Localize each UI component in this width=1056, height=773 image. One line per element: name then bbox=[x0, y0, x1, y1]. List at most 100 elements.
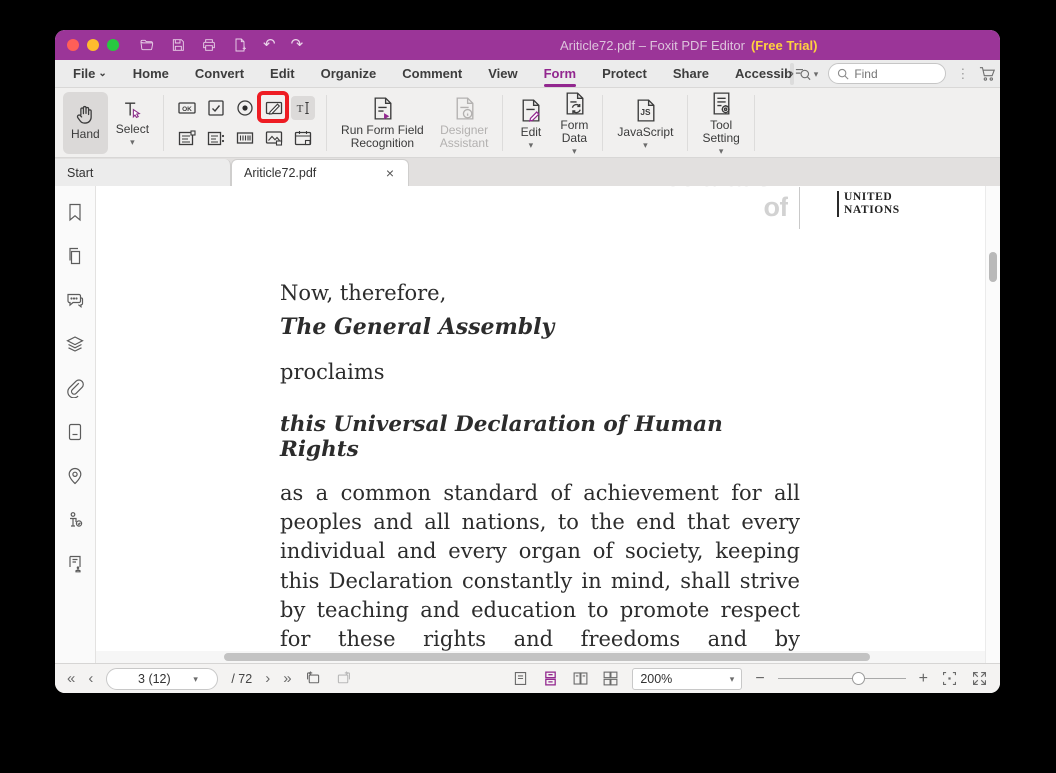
free-trial-badge: (Free Trial) bbox=[751, 38, 817, 53]
print-icon[interactable] bbox=[201, 37, 217, 53]
close-tab-icon[interactable]: × bbox=[384, 165, 396, 181]
last-page-button[interactable]: » bbox=[283, 671, 291, 686]
menubar: File⌄ Home Convert Edit Organize Comment… bbox=[55, 60, 1000, 88]
caret-down-icon: ▾ bbox=[643, 141, 648, 149]
more-options-icon[interactable]: ⋮ bbox=[956, 66, 969, 82]
export-icon[interactable] bbox=[232, 37, 248, 53]
pages-panel-icon[interactable] bbox=[65, 246, 85, 266]
barcode-field-tool[interactable] bbox=[233, 126, 257, 150]
list-box-tool[interactable] bbox=[175, 126, 199, 150]
menu-convert[interactable]: Convert bbox=[182, 60, 257, 88]
push-button-tool[interactable]: OK bbox=[175, 96, 199, 120]
maximize-window-button[interactable] bbox=[107, 39, 119, 51]
page-number-box[interactable]: ▾ bbox=[106, 668, 218, 690]
continuous-facing-view-button[interactable] bbox=[602, 670, 619, 687]
svg-text:JS: JS bbox=[640, 107, 651, 117]
select-tool-button[interactable]: Select ▾ bbox=[108, 92, 157, 154]
signature-field-tool[interactable] bbox=[262, 96, 286, 120]
destinations-panel-icon[interactable] bbox=[65, 466, 85, 486]
stamps-panel-icon[interactable] bbox=[65, 554, 85, 574]
caret-down-icon: ▾ bbox=[730, 675, 735, 683]
next-page-button[interactable]: › bbox=[265, 671, 270, 686]
bookmarks-panel-icon[interactable] bbox=[65, 202, 85, 222]
image-field-tool[interactable] bbox=[262, 126, 286, 150]
first-page-button[interactable]: « bbox=[67, 671, 75, 686]
tab-start[interactable]: Start bbox=[55, 159, 231, 186]
undo-icon[interactable]: ↶ bbox=[263, 37, 276, 53]
comments-panel-icon[interactable] bbox=[65, 290, 85, 310]
save-icon[interactable] bbox=[170, 37, 186, 53]
combo-box-tool[interactable] bbox=[204, 126, 228, 150]
designer-assistant-icon bbox=[451, 95, 478, 122]
layers-panel-icon[interactable] bbox=[65, 334, 85, 354]
menu-file[interactable]: File⌄ bbox=[73, 60, 120, 88]
fields-panel-icon[interactable] bbox=[65, 422, 85, 442]
tool-setting-button[interactable]: Tool Setting ▾ bbox=[694, 92, 747, 154]
form-data-button[interactable]: Form Data ▾ bbox=[552, 92, 596, 154]
facing-view-button[interactable] bbox=[572, 670, 589, 687]
vertical-scrollbar-thumb[interactable] bbox=[989, 252, 997, 282]
digital-signatures-panel-icon[interactable] bbox=[65, 510, 85, 530]
fit-page-button[interactable] bbox=[941, 670, 958, 687]
date-field-tool[interactable] bbox=[291, 126, 315, 150]
caret-down-icon: ▾ bbox=[572, 147, 577, 155]
zoom-in-button[interactable]: + bbox=[919, 670, 928, 688]
zoom-slider[interactable] bbox=[778, 672, 906, 686]
previous-view-button[interactable] bbox=[305, 670, 322, 687]
menu-comment[interactable]: Comment bbox=[389, 60, 475, 88]
cart-icon[interactable] bbox=[979, 66, 996, 82]
menu-edit[interactable]: Edit bbox=[257, 60, 308, 88]
find-box[interactable] bbox=[828, 63, 946, 84]
continuous-view-button[interactable] bbox=[542, 670, 559, 687]
edit-form-button[interactable]: Edit ▾ bbox=[509, 92, 552, 154]
menu-share[interactable]: Share bbox=[660, 60, 722, 88]
zoom-slider-thumb[interactable] bbox=[852, 672, 865, 685]
main-area: ▶ Declaration of Human Rights UNITED NAT… bbox=[55, 186, 1000, 663]
javascript-button[interactable]: JS JavaScript ▾ bbox=[609, 92, 681, 154]
document-page[interactable]: Declaration of Human Rights UNITED NATIO… bbox=[96, 186, 985, 663]
paragraph-declaration-title: this Universal Declaration of Human Righ… bbox=[280, 412, 800, 462]
close-window-button[interactable] bbox=[67, 39, 79, 51]
find-input[interactable] bbox=[854, 67, 924, 81]
horizontal-scrollbar-thumb[interactable] bbox=[224, 653, 870, 661]
paragraph-proclaims: proclaims bbox=[280, 360, 385, 384]
radio-button-tool[interactable] bbox=[233, 96, 257, 120]
minimize-window-button[interactable] bbox=[87, 39, 99, 51]
text-field-tool[interactable]: T bbox=[291, 96, 315, 120]
udhr-logo-line1: Declaration of bbox=[626, 186, 788, 222]
fullscreen-button[interactable] bbox=[971, 670, 988, 687]
vertical-scrollbar[interactable] bbox=[985, 186, 1000, 663]
attachments-panel-icon[interactable] bbox=[65, 378, 85, 398]
menu-form[interactable]: Form bbox=[531, 60, 590, 88]
tab-document[interactable]: Ariticle72.pdf × bbox=[231, 159, 409, 186]
horizontal-scrollbar[interactable] bbox=[96, 651, 985, 663]
redo-icon[interactable]: ↷ bbox=[291, 37, 304, 53]
paragraph-general-assembly: The General Assembly bbox=[280, 314, 554, 340]
hand-tool-button[interactable]: Hand bbox=[63, 92, 108, 154]
zoom-level-select[interactable]: 200% ▾ bbox=[632, 668, 742, 690]
open-file-icon[interactable] bbox=[139, 37, 155, 53]
caret-down-icon: ▾ bbox=[130, 138, 135, 146]
menu-view[interactable]: View bbox=[475, 60, 530, 88]
paragraph-now-therefore: Now, therefore, bbox=[280, 281, 446, 305]
svg-text:T: T bbox=[297, 103, 304, 115]
single-page-view-button[interactable] bbox=[512, 670, 529, 687]
hand-icon bbox=[74, 104, 96, 126]
designer-assistant-button[interactable]: Designer Assistant bbox=[432, 92, 497, 154]
previous-page-button[interactable]: ‹ bbox=[88, 671, 93, 686]
form-field-tools: OK T bbox=[174, 95, 316, 151]
udhr-logo-line2: Human Rights bbox=[626, 222, 788, 226]
tool-setting-icon bbox=[708, 90, 735, 117]
statusbar: « ‹ ▾ / 72 › » 200% ▾ − + bbox=[55, 663, 1000, 693]
menu-protect[interactable]: Protect bbox=[589, 60, 660, 88]
search-scope-button[interactable]: ▾ bbox=[794, 66, 819, 82]
check-box-tool[interactable] bbox=[204, 96, 228, 120]
next-view-button[interactable] bbox=[335, 670, 352, 687]
run-form-field-recognition-button[interactable]: Run Form Field Recognition bbox=[333, 92, 432, 154]
menu-accessibility[interactable]: Accessib bbox=[722, 60, 796, 88]
zoom-out-button[interactable]: − bbox=[755, 670, 764, 688]
menu-organize[interactable]: Organize bbox=[308, 60, 390, 88]
page-number-input[interactable] bbox=[115, 672, 193, 686]
menu-home[interactable]: Home bbox=[120, 60, 182, 88]
search-icon bbox=[837, 68, 849, 80]
